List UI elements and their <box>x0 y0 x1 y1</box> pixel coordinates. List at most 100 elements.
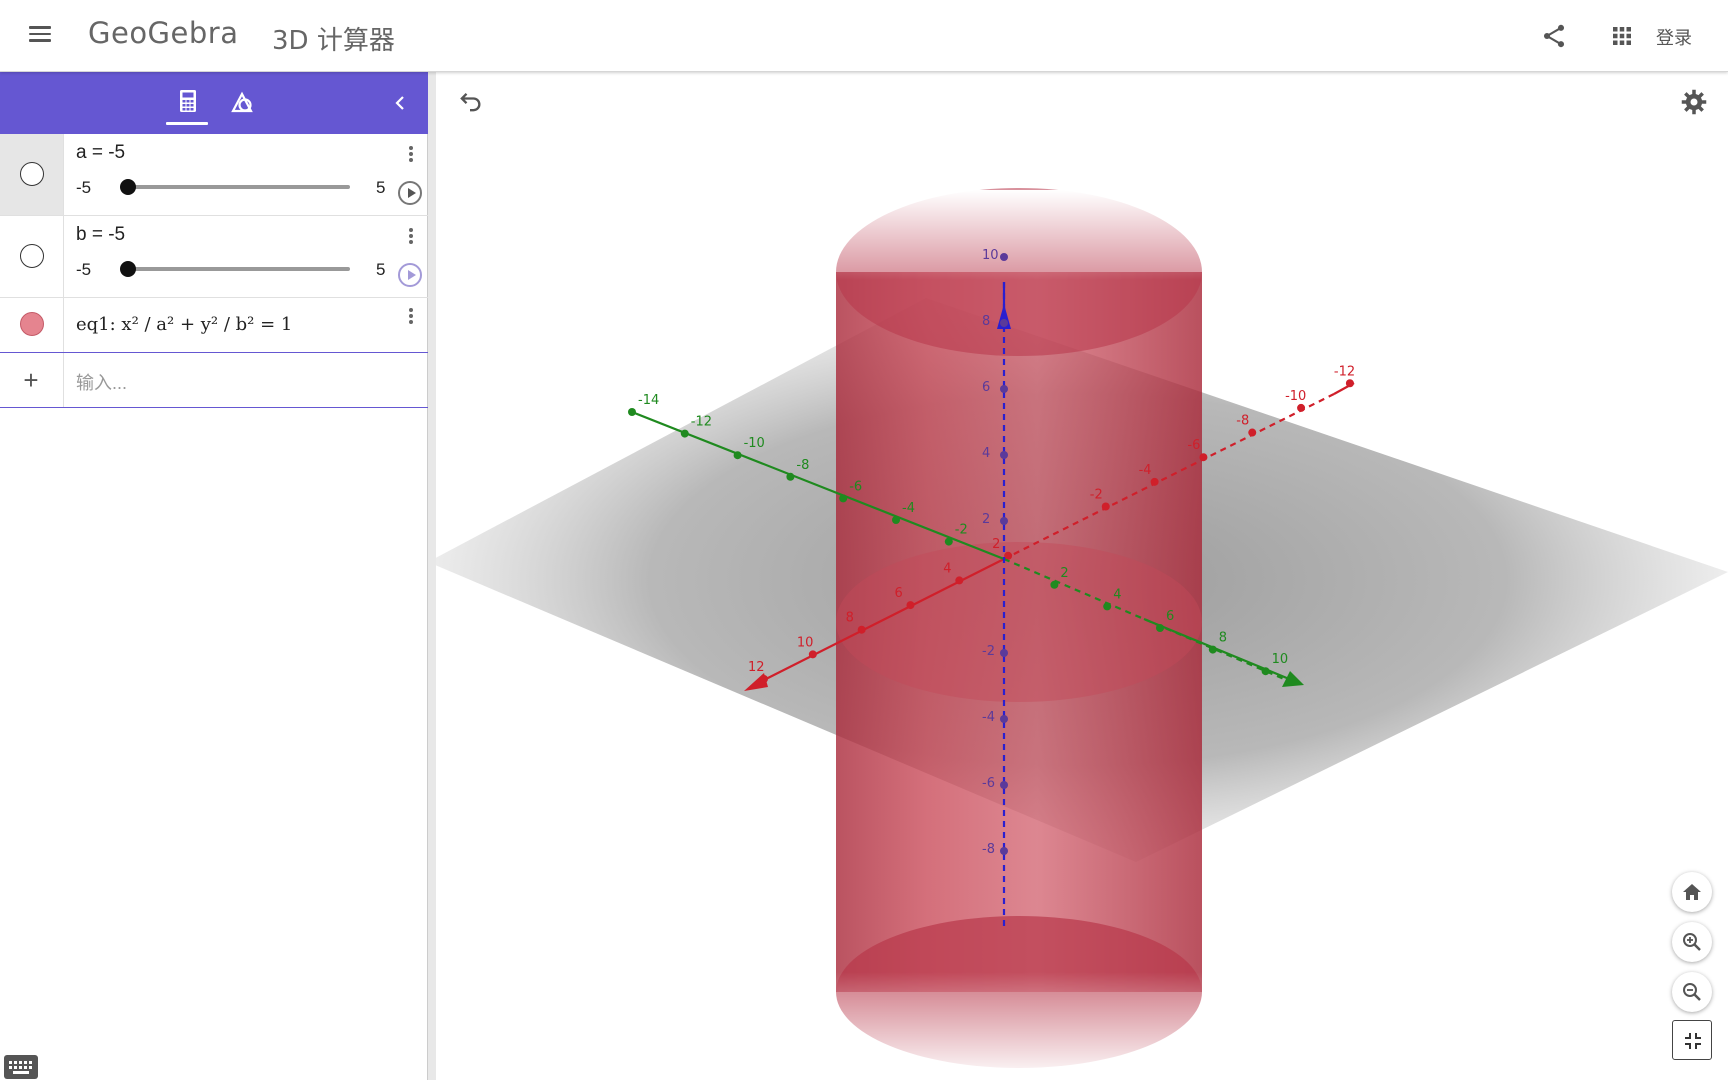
visibility-toggle[interactable] <box>20 244 44 268</box>
app-title: GeoGebra <box>88 16 239 50</box>
active-tab-indicator <box>166 122 208 125</box>
slider-b-definition[interactable]: b = -5 <box>76 224 125 246</box>
y-axis-tick-label: 4 <box>1113 587 1121 602</box>
y-axis-tick-label: -14 <box>638 393 659 408</box>
slider-a-thumb[interactable] <box>120 179 136 195</box>
z-axis-tick <box>1000 847 1008 855</box>
algebra-item-slider-b[interactable]: b = -5 -5 5 <box>0 216 428 298</box>
keyboard-button[interactable] <box>4 1055 38 1079</box>
collapse-panel-button[interactable] <box>388 90 412 116</box>
menu-icon-bar <box>29 32 51 35</box>
algebra-item-slider-a[interactable]: a = -5 -5 5 <box>0 134 428 216</box>
home-icon <box>1683 884 1701 900</box>
z-axis-tick-label: 2 <box>982 512 990 527</box>
tools-icon <box>231 91 253 113</box>
z-axis-tick-label: -6 <box>982 776 995 791</box>
slider-a-definition[interactable]: a = -5 <box>76 142 125 164</box>
share-icon <box>1543 24 1565 48</box>
algebra-input[interactable]: 输入... <box>76 369 127 395</box>
slider-a-track[interactable] <box>120 179 350 195</box>
y-axis-tick-label: -4 <box>902 501 915 516</box>
y-axis-tick <box>1050 580 1059 589</box>
tab-tools[interactable] <box>222 84 262 122</box>
y-axis-tick <box>1208 645 1217 654</box>
x-axis-tick-label: 8 <box>846 611 854 626</box>
algebra-input-row[interactable]: + 输入... <box>0 352 428 408</box>
marble-column: + <box>0 353 64 407</box>
marble-column <box>0 298 64 352</box>
apps-button[interactable] <box>1610 24 1634 48</box>
more-options-button[interactable] <box>406 306 416 328</box>
x-axis-tick <box>857 625 866 634</box>
slider-b-track[interactable] <box>120 261 350 277</box>
plus-icon[interactable]: + <box>18 367 44 393</box>
home-button[interactable] <box>1672 872 1712 912</box>
play-button[interactable] <box>398 263 422 287</box>
y-axis-tick-label: 6 <box>1166 609 1174 624</box>
x-axis-tick <box>808 650 817 659</box>
undo-icon <box>460 93 481 112</box>
x-axis-tick <box>1199 453 1208 462</box>
share-button[interactable] <box>1540 22 1568 50</box>
y-axis-tick <box>892 516 900 524</box>
more-options-button[interactable] <box>406 144 416 166</box>
z-axis-tick-label: 4 <box>982 446 990 461</box>
login-button[interactable]: 登录 <box>1656 24 1692 50</box>
visibility-toggle[interactable] <box>20 162 44 186</box>
zoom-out-button[interactable] <box>1672 972 1712 1012</box>
visibility-toggle[interactable] <box>20 312 44 336</box>
y-axis-tick-label: 2 <box>1060 566 1068 581</box>
chevron-left-icon <box>395 96 404 110</box>
x-axis-tick-label: -12 <box>1334 364 1355 379</box>
menu-button[interactable] <box>24 22 56 50</box>
menu-icon-bar <box>29 26 51 29</box>
y-axis-tick <box>628 408 636 416</box>
exit-fullscreen-icon <box>1685 1033 1701 1049</box>
x-axis-tick-label: 12 <box>748 660 765 675</box>
x-axis-tick-label: 2 <box>992 537 1000 552</box>
zoom-in-icon <box>1683 933 1701 951</box>
app-header: GeoGebra 3D 计算器 登录 <box>0 0 1728 72</box>
exit-fullscreen-button[interactable] <box>1672 1020 1712 1060</box>
x-axis-tick <box>1248 428 1257 437</box>
y-axis-tick <box>680 429 689 438</box>
more-options-button[interactable] <box>406 226 416 248</box>
calculator-icon <box>180 90 196 112</box>
z-axis-tick-label: 10 <box>982 248 999 263</box>
z-axis-tick <box>1000 451 1008 459</box>
tab-algebra[interactable] <box>168 84 208 122</box>
z-axis-tick <box>1000 385 1008 393</box>
marble-column <box>0 134 64 215</box>
x-axis-tick-label: 10 <box>797 635 814 650</box>
x-axis-tick <box>955 576 964 585</box>
z-axis-tick-label: -2 <box>982 644 995 659</box>
y-axis-tick <box>1261 667 1270 676</box>
graphics-3d-view[interactable]: 12 10 8 6 4 2 -2 -4 -6 -8 -10 -12 -14 -12 -10 -8 -6 -4 -2 2… <box>428 72 1728 1080</box>
play-button[interactable] <box>398 181 422 205</box>
x-axis-tick <box>1150 477 1159 486</box>
x-axis-tick <box>1345 379 1354 388</box>
algebra-item-equation[interactable]: eq1: x² / a² + y² / b² = 1 <box>0 298 428 352</box>
3d-scene[interactable]: 12 10 8 6 4 2 -2 -4 -6 -8 -10 -12 -14 -12 -10 -8 -6 -4 -2 2… <box>428 72 1728 1080</box>
undo-button[interactable] <box>456 88 484 116</box>
x-axis-tick <box>760 675 768 683</box>
panel-resize-handle[interactable] <box>428 72 436 1080</box>
y-axis-tick <box>1103 602 1112 611</box>
slider-max-label: 5 <box>376 178 386 197</box>
y-axis-tick <box>839 494 848 503</box>
y-axis-tick <box>786 472 795 481</box>
z-axis-tick <box>1000 649 1008 657</box>
slider-b-thumb[interactable] <box>120 261 136 277</box>
y-axis-tick-label: -12 <box>691 415 712 430</box>
settings-button[interactable] <box>1680 88 1708 116</box>
x-axis-tick-label: -10 <box>1285 389 1306 404</box>
cylinder-top-fade <box>832 190 1206 280</box>
x-axis-tick-label: -8 <box>1236 414 1249 429</box>
zoom-in-button[interactable] <box>1672 922 1712 962</box>
equation-definition[interactable]: eq1: x² / a² + y² / b² = 1 <box>76 314 292 335</box>
y-axis-tick <box>733 451 742 460</box>
y-axis-tick-label: 10 <box>1272 652 1289 667</box>
x-axis-tick-label: -4 <box>1139 463 1152 478</box>
z-axis-tick-label: -4 <box>982 710 995 725</box>
app-subtitle: 3D 计算器 <box>272 26 395 56</box>
